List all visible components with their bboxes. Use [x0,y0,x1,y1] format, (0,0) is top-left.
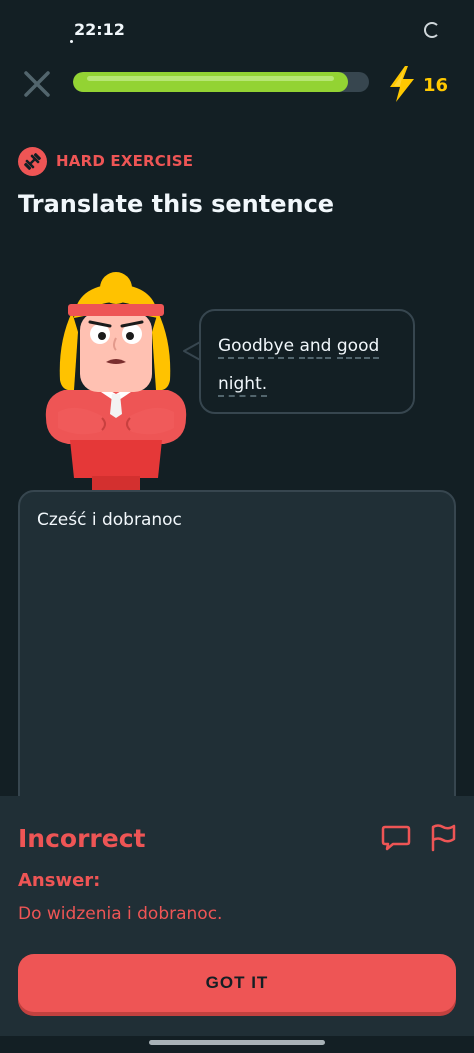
speech-bubble: Goodbye and good night. [199,309,415,414]
hard-exercise-label: HARD EXERCISE [56,152,194,170]
answer-label: Answer: [18,870,101,891]
page-title: Translate this sentence [18,190,335,218]
feedback-panel: Incorrect Answer: Do widzenia i dobranoc… [0,796,474,1036]
character-illustration [45,272,187,492]
energy-counter[interactable]: 16 [386,64,456,104]
close-button[interactable] [20,67,54,101]
got-it-button[interactable]: GOT IT [18,954,456,1012]
prompt-line-2: night. [218,365,397,403]
lesson-progress-bar [73,72,369,92]
prompt-word[interactable]: good [336,336,380,359]
loading-icon [424,22,440,38]
translation-input[interactable]: Cześć i dobranoc [18,490,456,820]
flag-icon [431,824,456,852]
prompt-sentence: Goodbye and good night. [218,327,397,403]
hard-exercise-badge: HARD EXERCISE [18,146,193,176]
correct-answer: Do widzenia i dobranoc. [18,904,223,924]
status-bar: 22:12 [0,0,474,60]
notification-dot [70,40,73,43]
status-time: 22:12 [74,20,125,39]
feedback-title: Incorrect [18,824,146,853]
report-icon [381,825,411,851]
energy-count: 16 [423,75,449,96]
prompt-word[interactable]: Goodbye [218,336,295,359]
discuss-button[interactable] [380,821,412,853]
translation-input-value: Cześć i dobranoc [37,510,182,530]
lightning-icon [390,66,414,102]
close-icon [24,71,50,97]
progress-shine [87,76,334,81]
lesson-header: 16 [0,60,474,106]
prompt-word[interactable]: and [299,336,332,359]
progress-fill [73,72,348,92]
report-button[interactable] [428,821,458,853]
prompt-line-1: Goodbye and good [218,327,397,365]
dumbbell-icon [18,146,47,176]
got-it-label: GOT IT [205,973,269,992]
prompt-word[interactable]: night. [218,374,268,397]
home-indicator[interactable] [149,1040,325,1045]
